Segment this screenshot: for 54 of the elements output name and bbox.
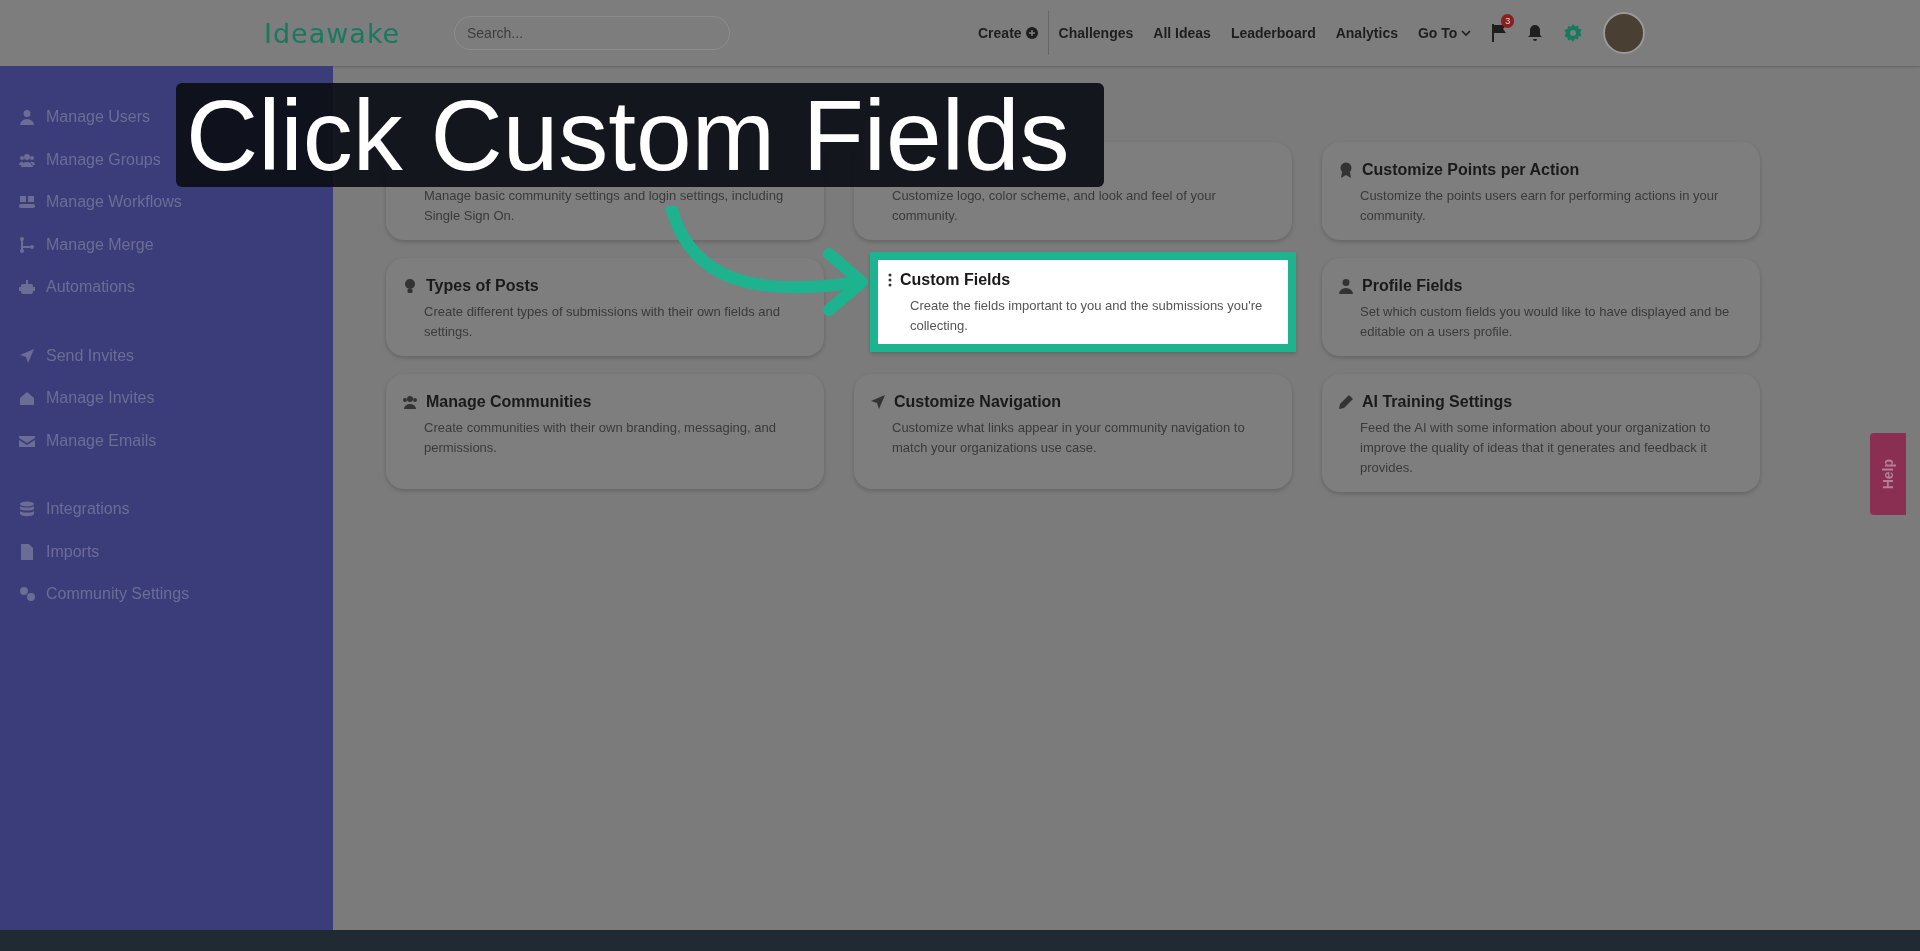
- settings-card[interactable]: Customize Points per Action Customize the points users earn for performing actions in your community.: [1322, 142, 1760, 240]
- card-description: Create different types of submissions with their own fields and settings.: [424, 303, 781, 341]
- card-title: Customize Points per Action: [1362, 161, 1580, 179]
- card-title: Manage Communities: [426, 393, 592, 411]
- robot-icon: [19, 279, 35, 296]
- send-icon: [870, 394, 886, 410]
- send-icon: [19, 347, 35, 364]
- db-icon: [19, 501, 35, 518]
- bell-icon[interactable]: [1527, 24, 1544, 42]
- card-title: AI Training Settings: [1362, 393, 1513, 411]
- bulb-icon: [402, 278, 418, 294]
- plus-circle-icon: [1025, 27, 1038, 39]
- notification-count: 3: [1501, 14, 1515, 28]
- merge-icon: [19, 236, 35, 253]
- flag-icon[interactable]: [1491, 24, 1508, 42]
- help-tab[interactable]: Help: [1870, 433, 1906, 515]
- users-icon: [19, 151, 35, 168]
- list-icon: [888, 272, 892, 288]
- nav-link[interactable]: Challenges: [1058, 25, 1134, 41]
- settings-card[interactable]: Custom Fields Create the fields important to you and the submissions you're collecting.: [870, 252, 1296, 352]
- settings-card[interactable]: Profile Fields Set which custom fields you would like to have displayed and be editable on a users profile.: [1322, 258, 1760, 356]
- user-icon: [1338, 278, 1354, 294]
- search-field[interactable]: Search...: [454, 16, 730, 50]
- user-icon: [19, 109, 35, 126]
- flow-icon: [19, 194, 35, 211]
- card-description: Feed the AI with some information about your organization to improve the quality of ideas that it generates and feedback it provides.: [1360, 419, 1712, 477]
- card-description: Manage basic community settings and login settings, including Single Sign On.: [424, 187, 785, 225]
- avatar[interactable]: [1603, 12, 1646, 54]
- card-description: Customize what links appear in your community navigation to match your organizations use case.: [892, 419, 1246, 457]
- nav-link[interactable]: Analytics: [1335, 25, 1398, 41]
- pencil-icon: [1338, 394, 1354, 410]
- nav-link[interactable]: All Ideas: [1153, 25, 1211, 41]
- users-icon: [402, 394, 418, 410]
- caret-icon: [1461, 29, 1472, 37]
- house-icon: [19, 390, 35, 407]
- award-icon: [1338, 162, 1354, 178]
- card-description: Customize the points users earn for performing actions in your community.: [1360, 187, 1720, 225]
- card-title: Custom Fields: [900, 271, 1011, 289]
- settings-card[interactable]: Manage Communities Create communities with their own branding, messaging, and permissions.: [386, 374, 824, 489]
- card-title: Customize Navigation: [894, 393, 1062, 411]
- settings-card[interactable]: Customize Navigation Customize what links appear in your community navigation to match your organizations use case.: [854, 374, 1292, 489]
- card-title: Profile Fields: [1362, 277, 1463, 295]
- card-title: Types of Posts: [426, 277, 539, 295]
- nav-link[interactable]: Leaderboard: [1230, 25, 1316, 41]
- card-description: Create communities with their own branding, messaging, and permissions.: [424, 419, 777, 457]
- card-description: Customize logo, color scheme, and look and feel of your community.: [892, 187, 1217, 225]
- create-link[interactable]: Create: [978, 25, 1038, 41]
- card-description: Create the fields important to you and the submissions you're collecting.: [910, 297, 1264, 335]
- card-description: Set which custom fields you would like to have displayed and be editable on a users profile.: [1360, 303, 1731, 341]
- nav-dropdown[interactable]: Go To: [1417, 25, 1472, 41]
- settings-card[interactable]: AI Training Settings Feed the AI with some information about your organization to improve the quality of ideas that it generates and feedback it provides.: [1322, 374, 1760, 492]
- instruction-tooltip: Click Custom Fields: [176, 83, 1104, 187]
- file-icon: [19, 543, 35, 560]
- settings-card[interactable]: Types of Posts Create different types of submissions with their own fields and settings.: [386, 258, 824, 356]
